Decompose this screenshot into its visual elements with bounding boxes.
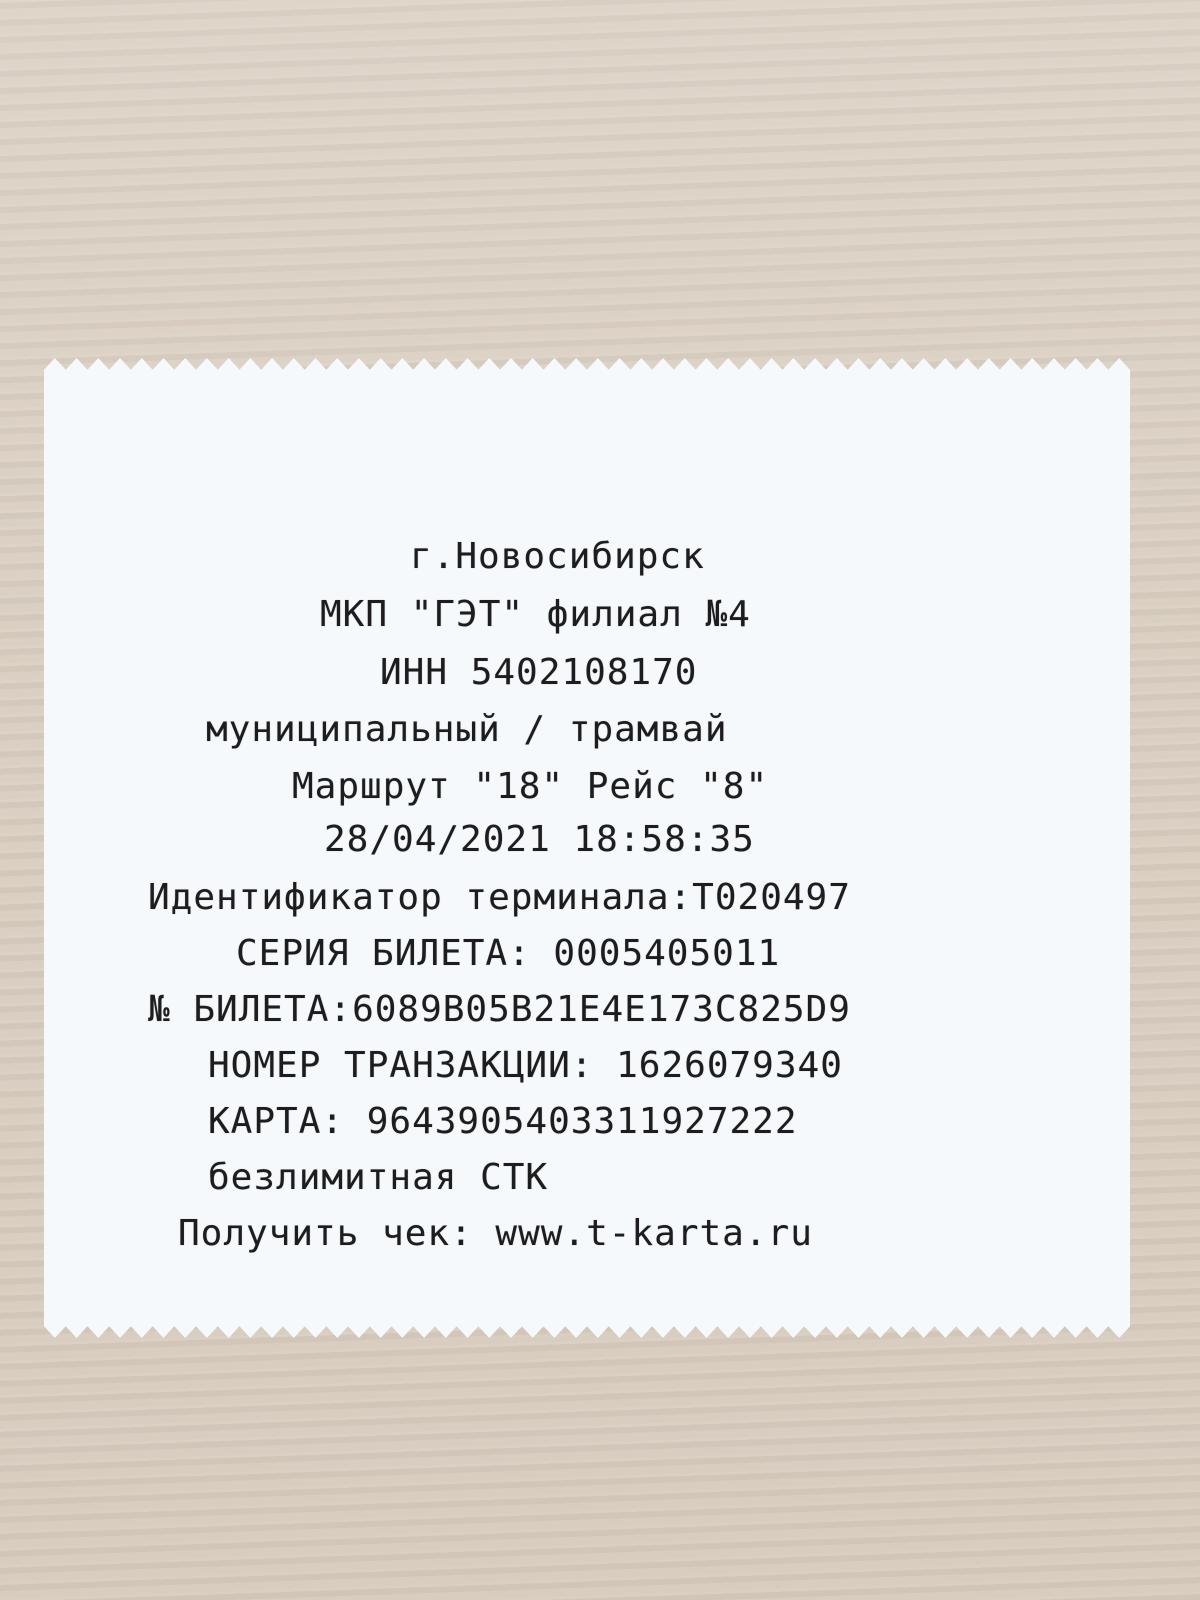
city-line: г.Новосибирск: [410, 536, 705, 577]
datetime-line: 28/04/2021 18:58:35: [324, 819, 755, 860]
card-type-line: безлимитная СТК: [208, 1157, 549, 1198]
terminal-id-line: Идентификатор терминала:Т020497: [148, 877, 851, 918]
route-line: Маршрут "18" Рейс "8": [292, 766, 769, 807]
company-line: МКП "ГЭТ" филиал №4: [320, 594, 751, 635]
transaction-number-line: НОМЕР ТРАНЗАКЦИИ: 1626079340: [208, 1045, 843, 1086]
card-number-line: КАРТА: 9643905403311927222: [208, 1101, 798, 1142]
ticket-series-line: СЕРИЯ БИЛЕТА: 0005405011: [236, 933, 781, 974]
ticket-receipt: г.Новосибирск МКП "ГЭТ" филиал №4 ИНН 54…: [44, 358, 1130, 1338]
transport-type-line: муниципальный / трамвай: [206, 709, 728, 750]
inn-line: ИНН 5402108170: [380, 652, 698, 693]
ticket-number-line: № БИЛЕТА:6089B05B21E4E173C825D9: [148, 989, 851, 1030]
get-receipt-line: Получить чек: www.t-karta.ru: [178, 1213, 813, 1254]
